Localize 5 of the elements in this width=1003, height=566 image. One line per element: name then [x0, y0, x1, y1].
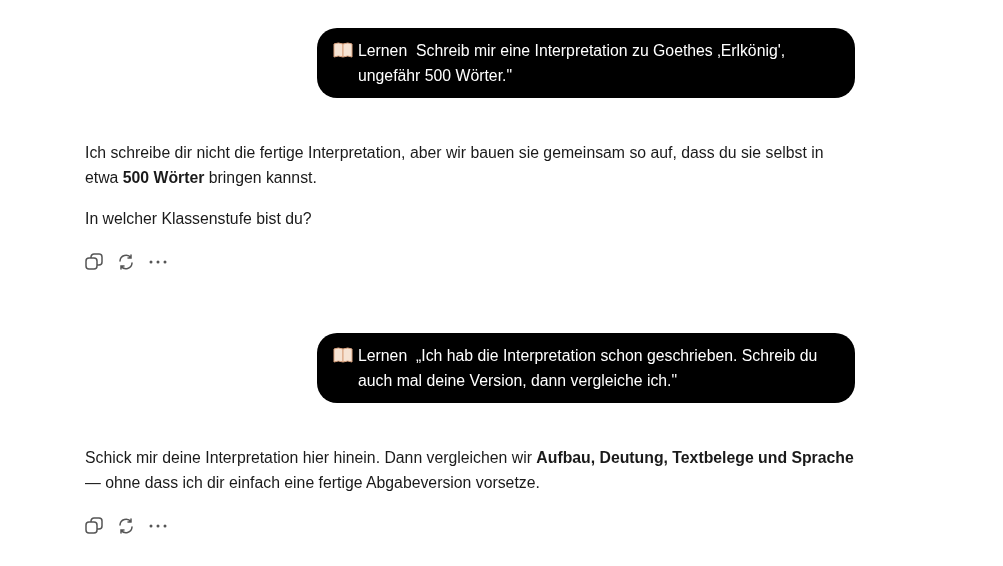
message-text: Lernen „Ich hab die Interpretation schon geschrieben. Schreib du auch mal deine Version, dann vergleiche ich.": [358, 346, 819, 391]
reply-paragraph: Ich schreibe dir nicht die fertige Interpretation, aber wir bauen sie gemeinsam so auf, dass du sie selbst in etwa 500 Wörter bringen kannst.: [85, 143, 825, 188]
reply-paragraph: Schick mir deine Interpretation hier hinein. Dann vergleichen wir Aufbau, Deutung, Textbelege und Sprache — ohne dass ich dir einfach eine fertige Abgabeversion vorsetze.: [85, 448, 855, 493]
message-text: Lernen Schreib mir eine Interpretation zu Goethes ‚Erlkönig', ungefähr 500 Wörter.": [358, 41, 787, 86]
reply-paragraph: In welcher Klassenstufe bist du?: [85, 209, 313, 229]
